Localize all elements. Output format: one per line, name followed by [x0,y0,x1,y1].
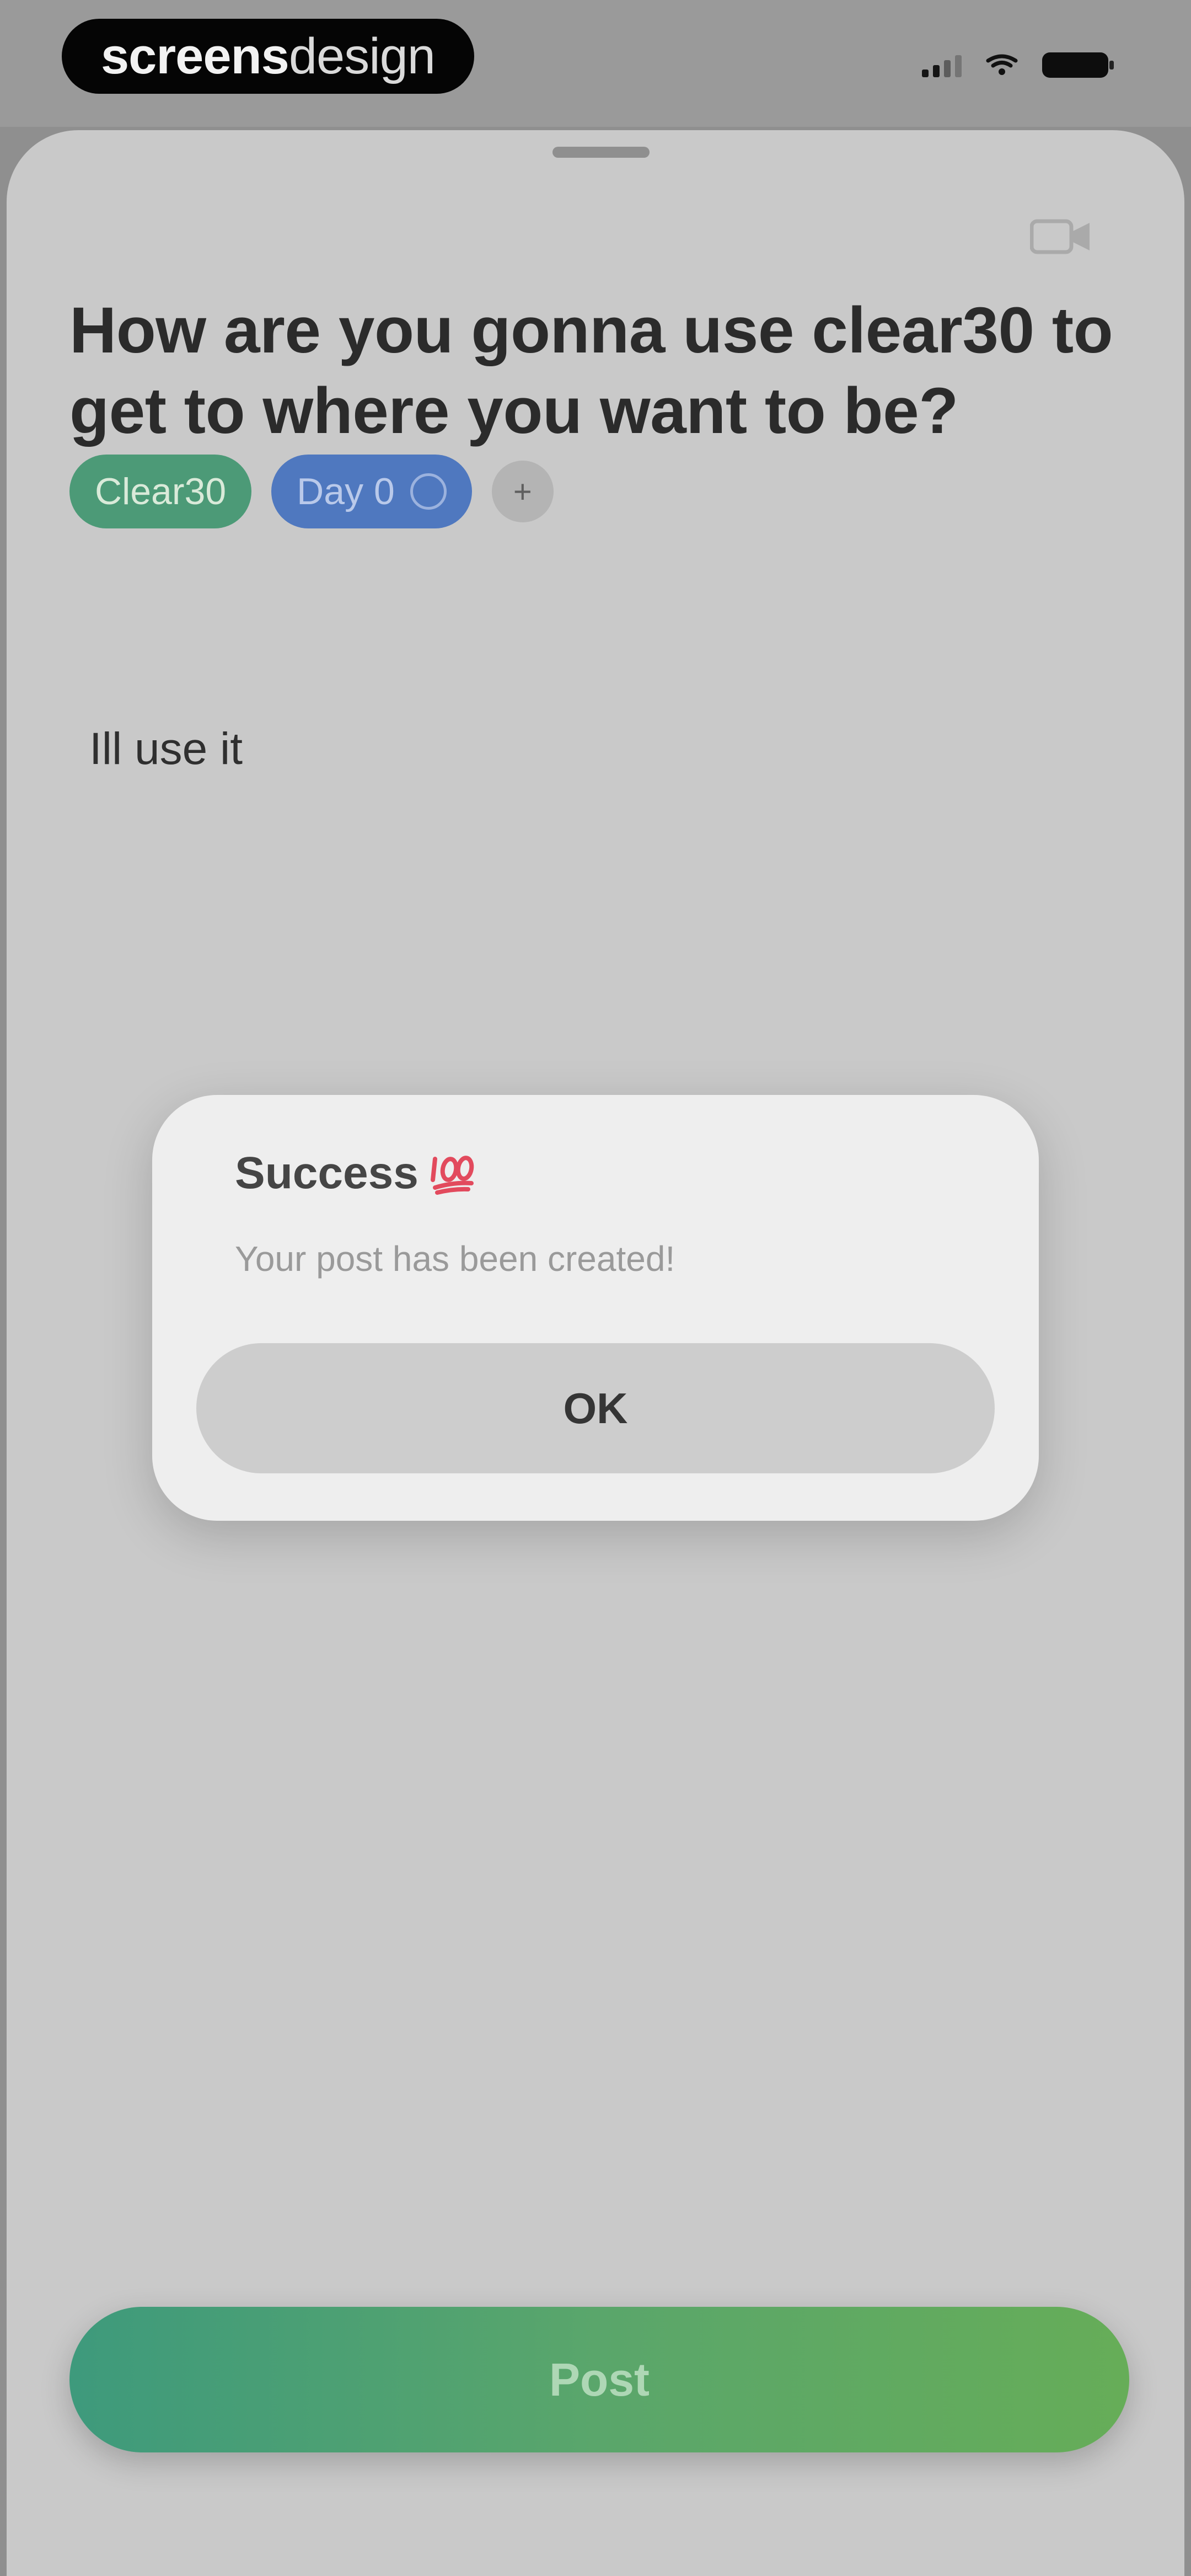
question-title: How are you gonna use clear30 to get to … [69,294,1113,447]
ok-button[interactable]: OK [196,1343,995,1473]
post-text[interactable]: Ill use it [89,723,243,775]
alert-message: Your post has been created! [235,1239,675,1279]
battery-icon [1042,52,1114,78]
video-icon[interactable] [1030,216,1092,258]
info-icon [410,473,447,510]
tag-row: Clear30 Day 0 + [69,455,554,528]
wifi-icon [986,54,1018,75]
alert-title: Success [235,1148,419,1198]
tag-clear30[interactable]: Clear30 [69,455,252,528]
add-tag-button[interactable]: + [491,461,554,522]
alert-title-row: Success [235,1147,477,1199]
brand-word-bold: screens [101,28,289,84]
sheet-grabber[interactable] [552,147,650,158]
hundred-points-icon [430,1156,474,1195]
status-icons [922,52,1114,78]
tag-day-0-label: Day 0 [297,471,395,512]
status-bar: screens design [0,0,1191,127]
success-alert: Success Your post has been created! OK [152,1095,1039,1521]
tag-day-0[interactable]: Day 0 [271,455,472,528]
brand-logo: screens design [62,19,474,94]
tag-clear30-label: Clear30 [95,471,227,512]
signal-icon [922,53,962,77]
brand-word-light: design [288,28,436,84]
post-button[interactable]: Post [69,2307,1129,2452]
